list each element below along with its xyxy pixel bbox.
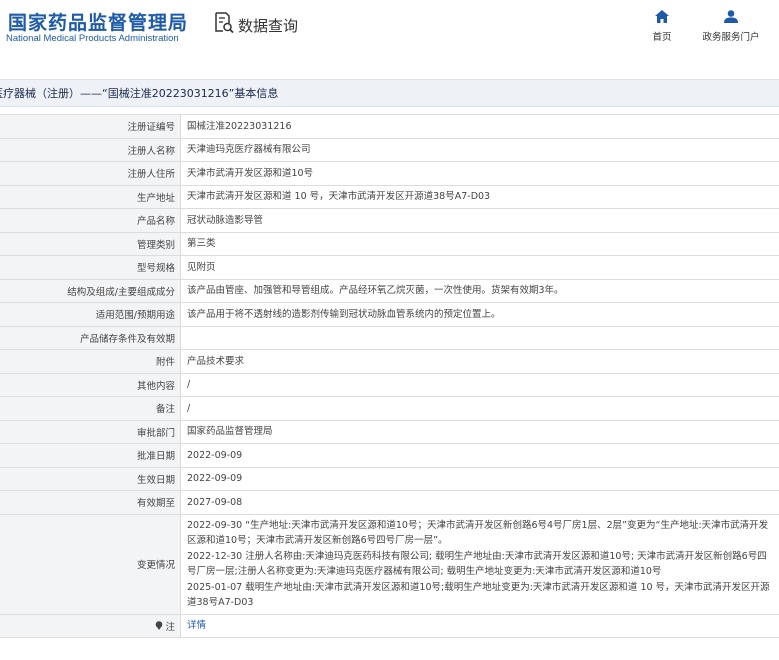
site-logo-en[interactable]: National Medical Products Administration [6,33,179,44]
nav-portal-label: 政务服务门户 [702,32,760,43]
nav-home-label: 首页 [652,32,672,43]
data-query-title: 数据查询 [214,12,298,38]
table-row: 审批部门 国家药品监督管理局 [0,419,779,444]
table-row: 注册证编号 国械注准20223031216 [0,114,779,139]
table-row: 附件 产品技术要求 [0,349,779,374]
field-value: 冠状动脉造影导管 [180,208,779,233]
field-value: 天津迪玛克医疗器械有限公司 [180,137,779,162]
table-row: 适用范围/预期用途 该产品用于将不透射线的造影剂传输到冠状动脉血管系统内的预定位置… [0,302,779,327]
table-row: 生效日期 2022-09-09 [0,466,779,491]
field-value: 天津市武清开发区源和道10号 [180,161,779,186]
note-label: 注 [165,621,175,633]
table-row: 管理类别 第三类 [0,231,779,256]
field-label: 管理类别 [0,231,181,256]
field-value: 天津市武清开发区源和道 10 号，天津市武清开发区开源道38号A7-D03 [180,184,779,209]
change-entry: 2025-01-07 载明生产地址由:天津市武清开发区源和道10号;载明生产地址… [187,581,770,609]
table-row: 生产地址 天津市武清开发区源和道 10 号，天津市武清开发区开源道38号A7-D0… [0,184,779,209]
field-label: 型号规格 [0,255,181,280]
registration-info-table: 注册证编号 国械注准20223031216 注册人名称 天津迪玛克医疗器械有限公司 注册… [0,114,779,638]
table-row: 批准日期 2022-09-09 [0,443,779,468]
table-row: 有效期至 2027-09-08 [0,490,779,515]
field-value: 产品技术要求 [180,349,779,374]
field-label: 产品名称 [0,208,181,233]
home-icon [655,10,669,23]
field-label: 备注 [0,396,181,421]
search-document-icon [214,12,234,38]
field-label: 结构及组成/主要组成成分 [0,278,181,303]
field-label: 注册证编号 [0,114,181,139]
nav-service-portal[interactable]: 政务服务门户 [701,10,761,43]
table-row: 型号规格 见附页 [0,255,779,280]
field-label: 有效期至 [0,490,181,515]
field-value: 第三类 [180,231,779,256]
field-label: 审批部门 [0,419,181,444]
data-query-label: 数据查询 [238,16,299,35]
note-label-cell: 注 [0,613,181,638]
field-value: 2027-09-08 [180,490,779,515]
site-logo-cn[interactable]: 国家药品监督管理局 [8,8,188,35]
field-value [180,325,779,350]
change-history: 2022-09-30 “生产地址:天津市武清开发区源和道10号；天津市武清开发区… [180,513,779,615]
site-header: 国家药品监督管理局 National Medical Products Admi… [0,0,779,58]
field-label: 注册人住所 [0,161,181,186]
note-value: 详情 [180,613,779,638]
table-row: 产品名称 冠状动脉造影导管 [0,208,779,233]
field-value: / [180,396,779,421]
user-icon [724,10,738,23]
field-value: 2022-09-09 [180,466,779,491]
field-value: 该产品由管座、加强管和导管组成。产品经环氧乙烷灭菌，一次性使用。货架有效期3年。 [180,278,779,303]
change-entry: 2022-12-30 注册人名称由:天津迪玛克医药科技有限公司; 载明生产地址由… [187,550,767,578]
table-row: 备注 / [0,396,779,421]
change-entry: 2022-09-30 “生产地址:天津市武清开发区源和道10号；天津市武清开发区… [187,519,769,547]
field-value: 2022-09-09 [180,443,779,468]
breadcrumb: 医疗器械（注册）——“国械注准20223031216”基本信息 [0,87,279,100]
field-value: 国家药品监督管理局 [180,419,779,444]
table-row: 结构及组成/主要组成成分 该产品由管座、加强管和导管组成。产品经环氧乙烷灭菌，一次… [0,278,779,303]
field-label: 适用范围/预期用途 [0,302,181,327]
field-value: 该产品用于将不透射线的造影剂传输到冠状动脉血管系统内的预定位置上。 [180,302,779,327]
field-label: 生产地址 [0,184,181,209]
table-row: 注册人住所 天津市武清开发区源和道10号 [0,161,779,186]
field-label: 产品储存条件及有效期 [0,325,181,350]
field-value: / [180,372,779,397]
field-label: 附件 [0,349,181,374]
field-label: 批准日期 [0,443,181,468]
table-row: 产品储存条件及有效期 [0,325,779,350]
field-value: 国械注准20223031216 [180,114,779,139]
breadcrumb-bar: 医疗器械（注册）——“国械注准20223031216”基本信息 [0,79,779,107]
field-label: 其他内容 [0,372,181,397]
details-link[interactable]: 详情 [187,620,206,631]
table-row-note: 注 详情 [0,613,779,638]
table-row: 注册人名称 天津迪玛克医疗器械有限公司 [0,137,779,162]
table-row-changes: 变更情况 2022-09-30 “生产地址:天津市武清开发区源和道10号；天津市武… [0,513,779,615]
field-label: 生效日期 [0,466,181,491]
pin-icon [156,620,163,630]
nav-home[interactable]: 首页 [650,10,674,43]
table-row: 其他内容 / [0,372,779,397]
field-label: 注册人名称 [0,137,181,162]
field-value: 见附页 [180,255,779,280]
field-label: 变更情况 [0,513,181,615]
